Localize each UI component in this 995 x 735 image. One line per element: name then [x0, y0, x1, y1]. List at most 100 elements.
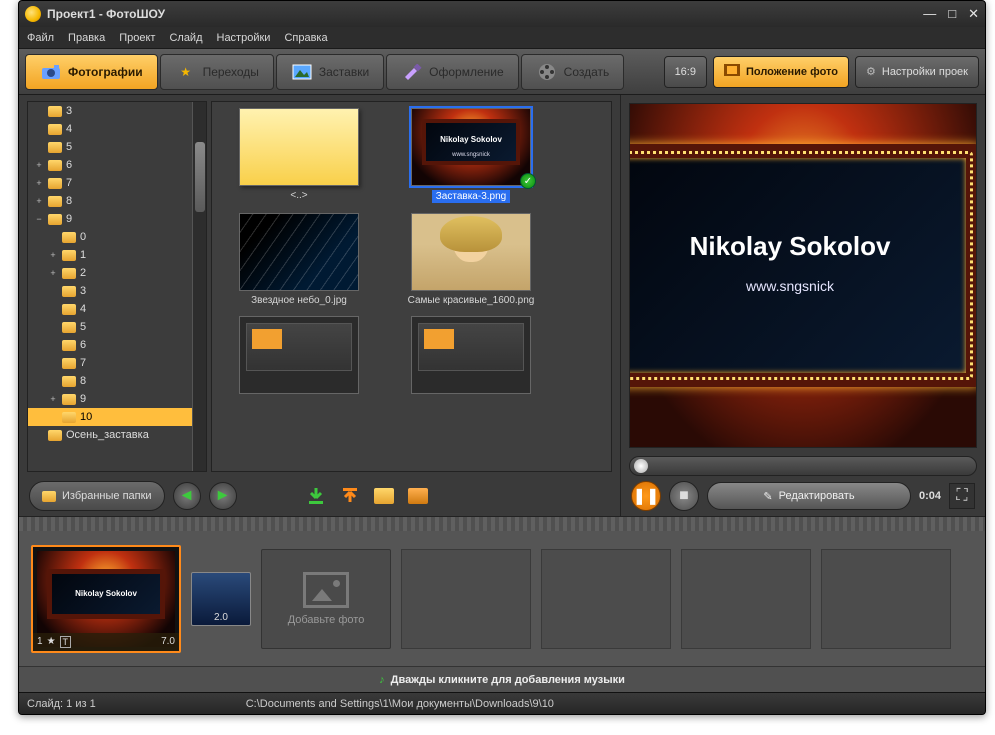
- tree-twisty-icon[interactable]: +: [48, 394, 58, 404]
- camera-icon: [40, 63, 62, 81]
- timeline-slide[interactable]: Nikolay Sokolov 1 ★ T 7.0: [31, 545, 181, 653]
- empty-slot[interactable]: [821, 549, 951, 649]
- text-icon[interactable]: T: [60, 636, 72, 648]
- tree-twisty-icon[interactable]: +: [34, 160, 44, 170]
- tree-row[interactable]: 3: [28, 282, 206, 300]
- thumb-up-label: <..>: [290, 190, 307, 201]
- folder-tree[interactable]: 345+6+7+8−90+1+2345678+910Осень_заставка: [27, 101, 207, 472]
- tab-transitions[interactable]: ★ Переходы: [160, 54, 274, 90]
- tree-twisty-icon[interactable]: −: [34, 214, 44, 224]
- tree-row[interactable]: +7: [28, 174, 206, 192]
- tree-row[interactable]: +8: [28, 192, 206, 210]
- menu-project[interactable]: Проект: [119, 32, 155, 44]
- open-folder-button[interactable]: [371, 483, 397, 509]
- nav-back-button[interactable]: ◄: [173, 482, 201, 510]
- check-icon: ✓: [520, 173, 536, 189]
- favorites-button[interactable]: Избранные папки: [29, 481, 165, 511]
- thumb-image: [239, 316, 359, 394]
- add-photo-label: Добавьте фото: [288, 614, 365, 626]
- photo-position-button[interactable]: Положение фото: [713, 56, 849, 88]
- tree-twisty-icon[interactable]: +: [48, 268, 58, 278]
- menubar: Файл Правка Проект Слайд Настройки Справ…: [19, 27, 985, 49]
- project-settings-button[interactable]: ⚙ Настройки проек: [855, 56, 979, 88]
- add-photo-slot[interactable]: Добавьте фото: [261, 549, 391, 649]
- thumb-image: [411, 316, 531, 394]
- nav-forward-button[interactable]: ►: [209, 482, 237, 510]
- preview-scrubber[interactable]: [629, 456, 977, 476]
- timeline-transition[interactable]: 2.0: [191, 572, 251, 626]
- tab-photos[interactable]: Фотографии: [25, 54, 158, 90]
- tree-row[interactable]: 5: [28, 318, 206, 336]
- tree-twisty-icon[interactable]: +: [34, 178, 44, 188]
- upload-button[interactable]: [337, 483, 363, 509]
- folder-icon: [48, 196, 62, 207]
- thumb-item[interactable]: Самые красивые_1600.png: [390, 213, 552, 306]
- tree-row[interactable]: 0: [28, 228, 206, 246]
- menu-edit[interactable]: Правка: [68, 32, 105, 44]
- tree-row[interactable]: 6: [28, 336, 206, 354]
- tree-row[interactable]: +1: [28, 246, 206, 264]
- tree-scrollbar[interactable]: [192, 102, 206, 471]
- tree-row[interactable]: 8: [28, 372, 206, 390]
- thumb-item[interactable]: [218, 316, 380, 398]
- empty-slot[interactable]: [681, 549, 811, 649]
- edit-slide-button[interactable]: ✎ Редактировать: [707, 482, 911, 510]
- tree-row[interactable]: Осень_заставка: [28, 426, 206, 444]
- menu-help[interactable]: Справка: [284, 32, 327, 44]
- tab-create[interactable]: Создать: [521, 54, 625, 90]
- thumb-item[interactable]: Nikolay Sokolovwww.sngsnick ✓ Заставка-3…: [390, 108, 552, 203]
- folder-icon: [62, 340, 76, 351]
- tree-label: 10: [80, 411, 92, 423]
- slides-track[interactable]: Nikolay Sokolov 1 ★ T 7.0 2.0 Добавьте ф…: [19, 531, 985, 666]
- tree-row[interactable]: −9: [28, 210, 206, 228]
- tab-design-label: Оформление: [429, 65, 503, 79]
- transition-duration: 2.0: [214, 612, 228, 623]
- stop-button[interactable]: ■: [669, 481, 699, 511]
- tree-twisty-icon[interactable]: +: [48, 250, 58, 260]
- tree-row[interactable]: +6: [28, 156, 206, 174]
- thumb-item[interactable]: [390, 316, 552, 398]
- tree-row[interactable]: 10: [28, 408, 206, 426]
- titlebar: Проект1 - ФотоШОУ — □ ✕: [19, 1, 985, 27]
- tree-row[interactable]: +2: [28, 264, 206, 282]
- folder-icon: [62, 304, 76, 315]
- menu-file[interactable]: Файл: [27, 32, 54, 44]
- maximize-button[interactable]: □: [948, 6, 956, 22]
- thumb-item[interactable]: Звездное небо_0.jpg: [218, 213, 380, 306]
- folder-icon: [48, 178, 62, 189]
- thumb-image: [411, 213, 531, 291]
- tree-row[interactable]: 4: [28, 300, 206, 318]
- tree-row[interactable]: 7: [28, 354, 206, 372]
- tree-label: 8: [66, 195, 72, 207]
- folder-icon: [48, 214, 62, 225]
- menu-slide[interactable]: Слайд: [169, 32, 202, 44]
- tree-row[interactable]: +9: [28, 390, 206, 408]
- tree-row[interactable]: 4: [28, 120, 206, 138]
- audio-track[interactable]: ♪ Дважды кликните для добавления музыки: [19, 666, 985, 692]
- audio-hint: Дважды кликните для добавления музыки: [391, 674, 625, 686]
- close-button[interactable]: ✕: [968, 6, 979, 22]
- minimize-button[interactable]: —: [923, 6, 936, 22]
- tab-design[interactable]: Оформление: [386, 54, 518, 90]
- preview-controls: ❚❚ ■ ✎ Редактировать 0:04 ⛶: [621, 476, 985, 516]
- tab-transitions-label: Переходы: [203, 65, 259, 79]
- empty-slot[interactable]: [541, 549, 671, 649]
- tree-twisty-icon[interactable]: +: [34, 196, 44, 206]
- thumb-label: Самые красивые_1600.png: [408, 295, 535, 306]
- window-title: Проект1 - ФотоШОУ: [47, 7, 165, 21]
- empty-slot[interactable]: [401, 549, 531, 649]
- pause-button[interactable]: ❚❚: [631, 481, 661, 511]
- tree-row[interactable]: 5: [28, 138, 206, 156]
- star-icon[interactable]: ★: [47, 636, 56, 647]
- home-folder-button[interactable]: [405, 483, 431, 509]
- fullscreen-button[interactable]: ⛶: [949, 483, 975, 509]
- thumb-up[interactable]: <..>: [218, 108, 380, 203]
- preview-canvas[interactable]: Nikolay Sokolov www.sngsnick: [629, 103, 977, 448]
- left-pane: 345+6+7+8−90+1+2345678+910Осень_заставка…: [19, 95, 621, 516]
- menu-settings[interactable]: Настройки: [217, 32, 271, 44]
- download-button[interactable]: [303, 483, 329, 509]
- aspect-ratio-button[interactable]: 16:9: [664, 56, 707, 88]
- tree-row[interactable]: 3: [28, 102, 206, 120]
- star-icon: ★: [175, 63, 197, 81]
- tab-splashes[interactable]: Заставки: [276, 54, 384, 90]
